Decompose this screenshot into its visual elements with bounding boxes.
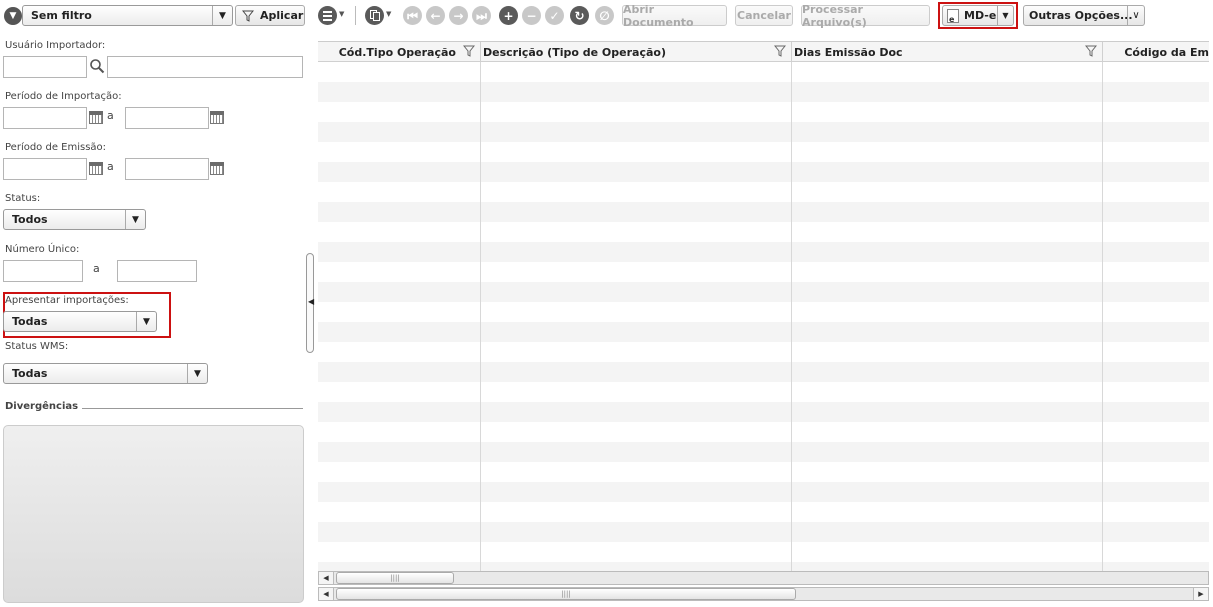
emission-period-start-input[interactable] bbox=[3, 158, 87, 180]
column-header-company-code[interactable]: Código da Em bbox=[1103, 42, 1209, 62]
show-imports-select[interactable]: Todas ▼ bbox=[3, 311, 157, 332]
grid-header: Cód.Tipo Operação Descrição (Tipo de Ope… bbox=[318, 42, 1209, 62]
filter-select[interactable]: Sem filtro ▼ bbox=[22, 5, 233, 26]
column-filter-icon[interactable] bbox=[463, 45, 475, 57]
funnel-icon: ▼ bbox=[9, 11, 17, 21]
list-menu-button[interactable]: ▼ bbox=[318, 6, 348, 25]
first-record-icon[interactable]: ⏮ bbox=[403, 6, 422, 25]
apply-button[interactable]: Aplicar bbox=[235, 5, 305, 26]
scroll-left-icon[interactable]: ◀ bbox=[319, 588, 334, 600]
next-record-icon[interactable]: → bbox=[449, 6, 468, 25]
previous-record-icon[interactable]: ← bbox=[426, 6, 445, 25]
grid-rows bbox=[318, 62, 1209, 572]
show-imports-label: Apresentar importações: bbox=[5, 295, 129, 306]
import-period-label: Período de Importação: bbox=[5, 91, 122, 102]
range-separator: a bbox=[107, 109, 114, 122]
attach-icon[interactable]: ∅ bbox=[595, 6, 614, 25]
divergences-label: Divergências bbox=[5, 401, 83, 412]
user-importer-code-input[interactable] bbox=[3, 56, 87, 78]
range-separator: a bbox=[93, 262, 100, 275]
calendar-icon[interactable] bbox=[89, 162, 103, 175]
unique-number-label: Número Único: bbox=[5, 244, 80, 255]
mde-button[interactable]: e MD-e ▼ bbox=[942, 5, 1014, 26]
column-header-operation-description[interactable]: Descrição (Tipo de Operação) bbox=[481, 42, 792, 62]
scroll-thumb[interactable]: |||| bbox=[336, 572, 454, 584]
copy-menu-button[interactable]: ▼ bbox=[365, 6, 395, 25]
status-select[interactable]: Todos ▼ bbox=[3, 209, 146, 230]
unique-number-start-input[interactable] bbox=[3, 260, 83, 282]
chevron-down-icon: ▼ bbox=[125, 210, 145, 229]
grid-column-line bbox=[1102, 42, 1103, 572]
filter-select-value: Sem filtro bbox=[31, 9, 92, 22]
list-menu-icon bbox=[318, 6, 337, 25]
emission-period-label: Período de Emissão: bbox=[5, 142, 107, 153]
emission-period-end-input[interactable] bbox=[125, 158, 209, 180]
user-importer-name-input[interactable] bbox=[107, 56, 303, 78]
column-filter-icon[interactable] bbox=[774, 45, 786, 57]
calendar-icon[interactable] bbox=[210, 111, 224, 124]
filter-icon-button[interactable]: ▼ bbox=[4, 7, 22, 25]
range-separator: a bbox=[107, 160, 114, 173]
user-importer-label: Usuário Importador: bbox=[5, 40, 106, 51]
toolbar-divider bbox=[355, 6, 356, 25]
scroll-right-icon[interactable]: ▶ bbox=[1193, 588, 1208, 600]
data-grid: Cód.Tipo Operação Descrição (Tipo de Ope… bbox=[318, 41, 1209, 572]
wms-status-label: Status WMS: bbox=[5, 341, 69, 352]
last-record-icon[interactable]: ⏭ bbox=[472, 6, 491, 25]
chevron-down-icon: ▼ bbox=[187, 364, 207, 383]
chevron-down-icon: ▼ bbox=[339, 10, 345, 18]
column-header-operation-code[interactable]: Cód.Tipo Operação bbox=[318, 42, 481, 62]
calendar-icon[interactable] bbox=[89, 111, 103, 124]
column-filter-icon[interactable] bbox=[1085, 45, 1097, 57]
more-options-button[interactable]: Outras Opções... ∨ bbox=[1023, 5, 1145, 26]
unique-number-end-input[interactable] bbox=[117, 260, 197, 282]
confirm-icon[interactable]: ✓ bbox=[545, 6, 564, 25]
refresh-icon[interactable]: ↻ bbox=[570, 6, 589, 25]
divergences-panel bbox=[3, 425, 304, 603]
document-e-icon: e bbox=[947, 8, 959, 24]
cancel-button[interactable]: Cancelar bbox=[735, 5, 793, 26]
collapse-left-icon[interactable]: ◀ bbox=[308, 297, 314, 306]
status-label: Status: bbox=[5, 193, 41, 204]
funnel-outline-icon bbox=[242, 10, 254, 22]
grid-column-line bbox=[791, 42, 792, 572]
scroll-thumb[interactable]: |||| bbox=[336, 588, 796, 600]
chevron-down-icon: ▼ bbox=[212, 6, 232, 25]
scroll-left-icon[interactable]: ◀ bbox=[319, 572, 334, 584]
import-period-end-input[interactable] bbox=[125, 107, 209, 129]
add-icon[interactable]: + bbox=[499, 6, 518, 25]
process-files-button[interactable]: Processar Arquivo(s) bbox=[801, 3, 930, 29]
open-document-button[interactable]: Abrir Documento bbox=[622, 3, 727, 29]
chevron-down-icon: ▼ bbox=[386, 10, 392, 18]
calendar-icon[interactable] bbox=[210, 162, 224, 175]
import-period-start-input[interactable] bbox=[3, 107, 87, 129]
remove-icon[interactable]: − bbox=[522, 6, 541, 25]
grid-inner-scrollbar[interactable]: ◀ |||| bbox=[318, 571, 1209, 585]
copy-icon bbox=[365, 6, 384, 25]
wms-status-select[interactable]: Todas ▼ bbox=[3, 363, 208, 384]
chevron-down-icon: ∨ bbox=[1127, 6, 1144, 25]
grid-column-line bbox=[480, 42, 481, 572]
search-icon[interactable] bbox=[89, 58, 105, 74]
column-header-emission-days[interactable]: Dias Emissão Doc bbox=[792, 42, 1103, 62]
chevron-down-icon: ▼ bbox=[997, 6, 1013, 25]
chevron-down-icon: ▼ bbox=[136, 312, 156, 331]
grid-outer-scrollbar[interactable]: ◀ |||| ▶ bbox=[318, 587, 1209, 601]
